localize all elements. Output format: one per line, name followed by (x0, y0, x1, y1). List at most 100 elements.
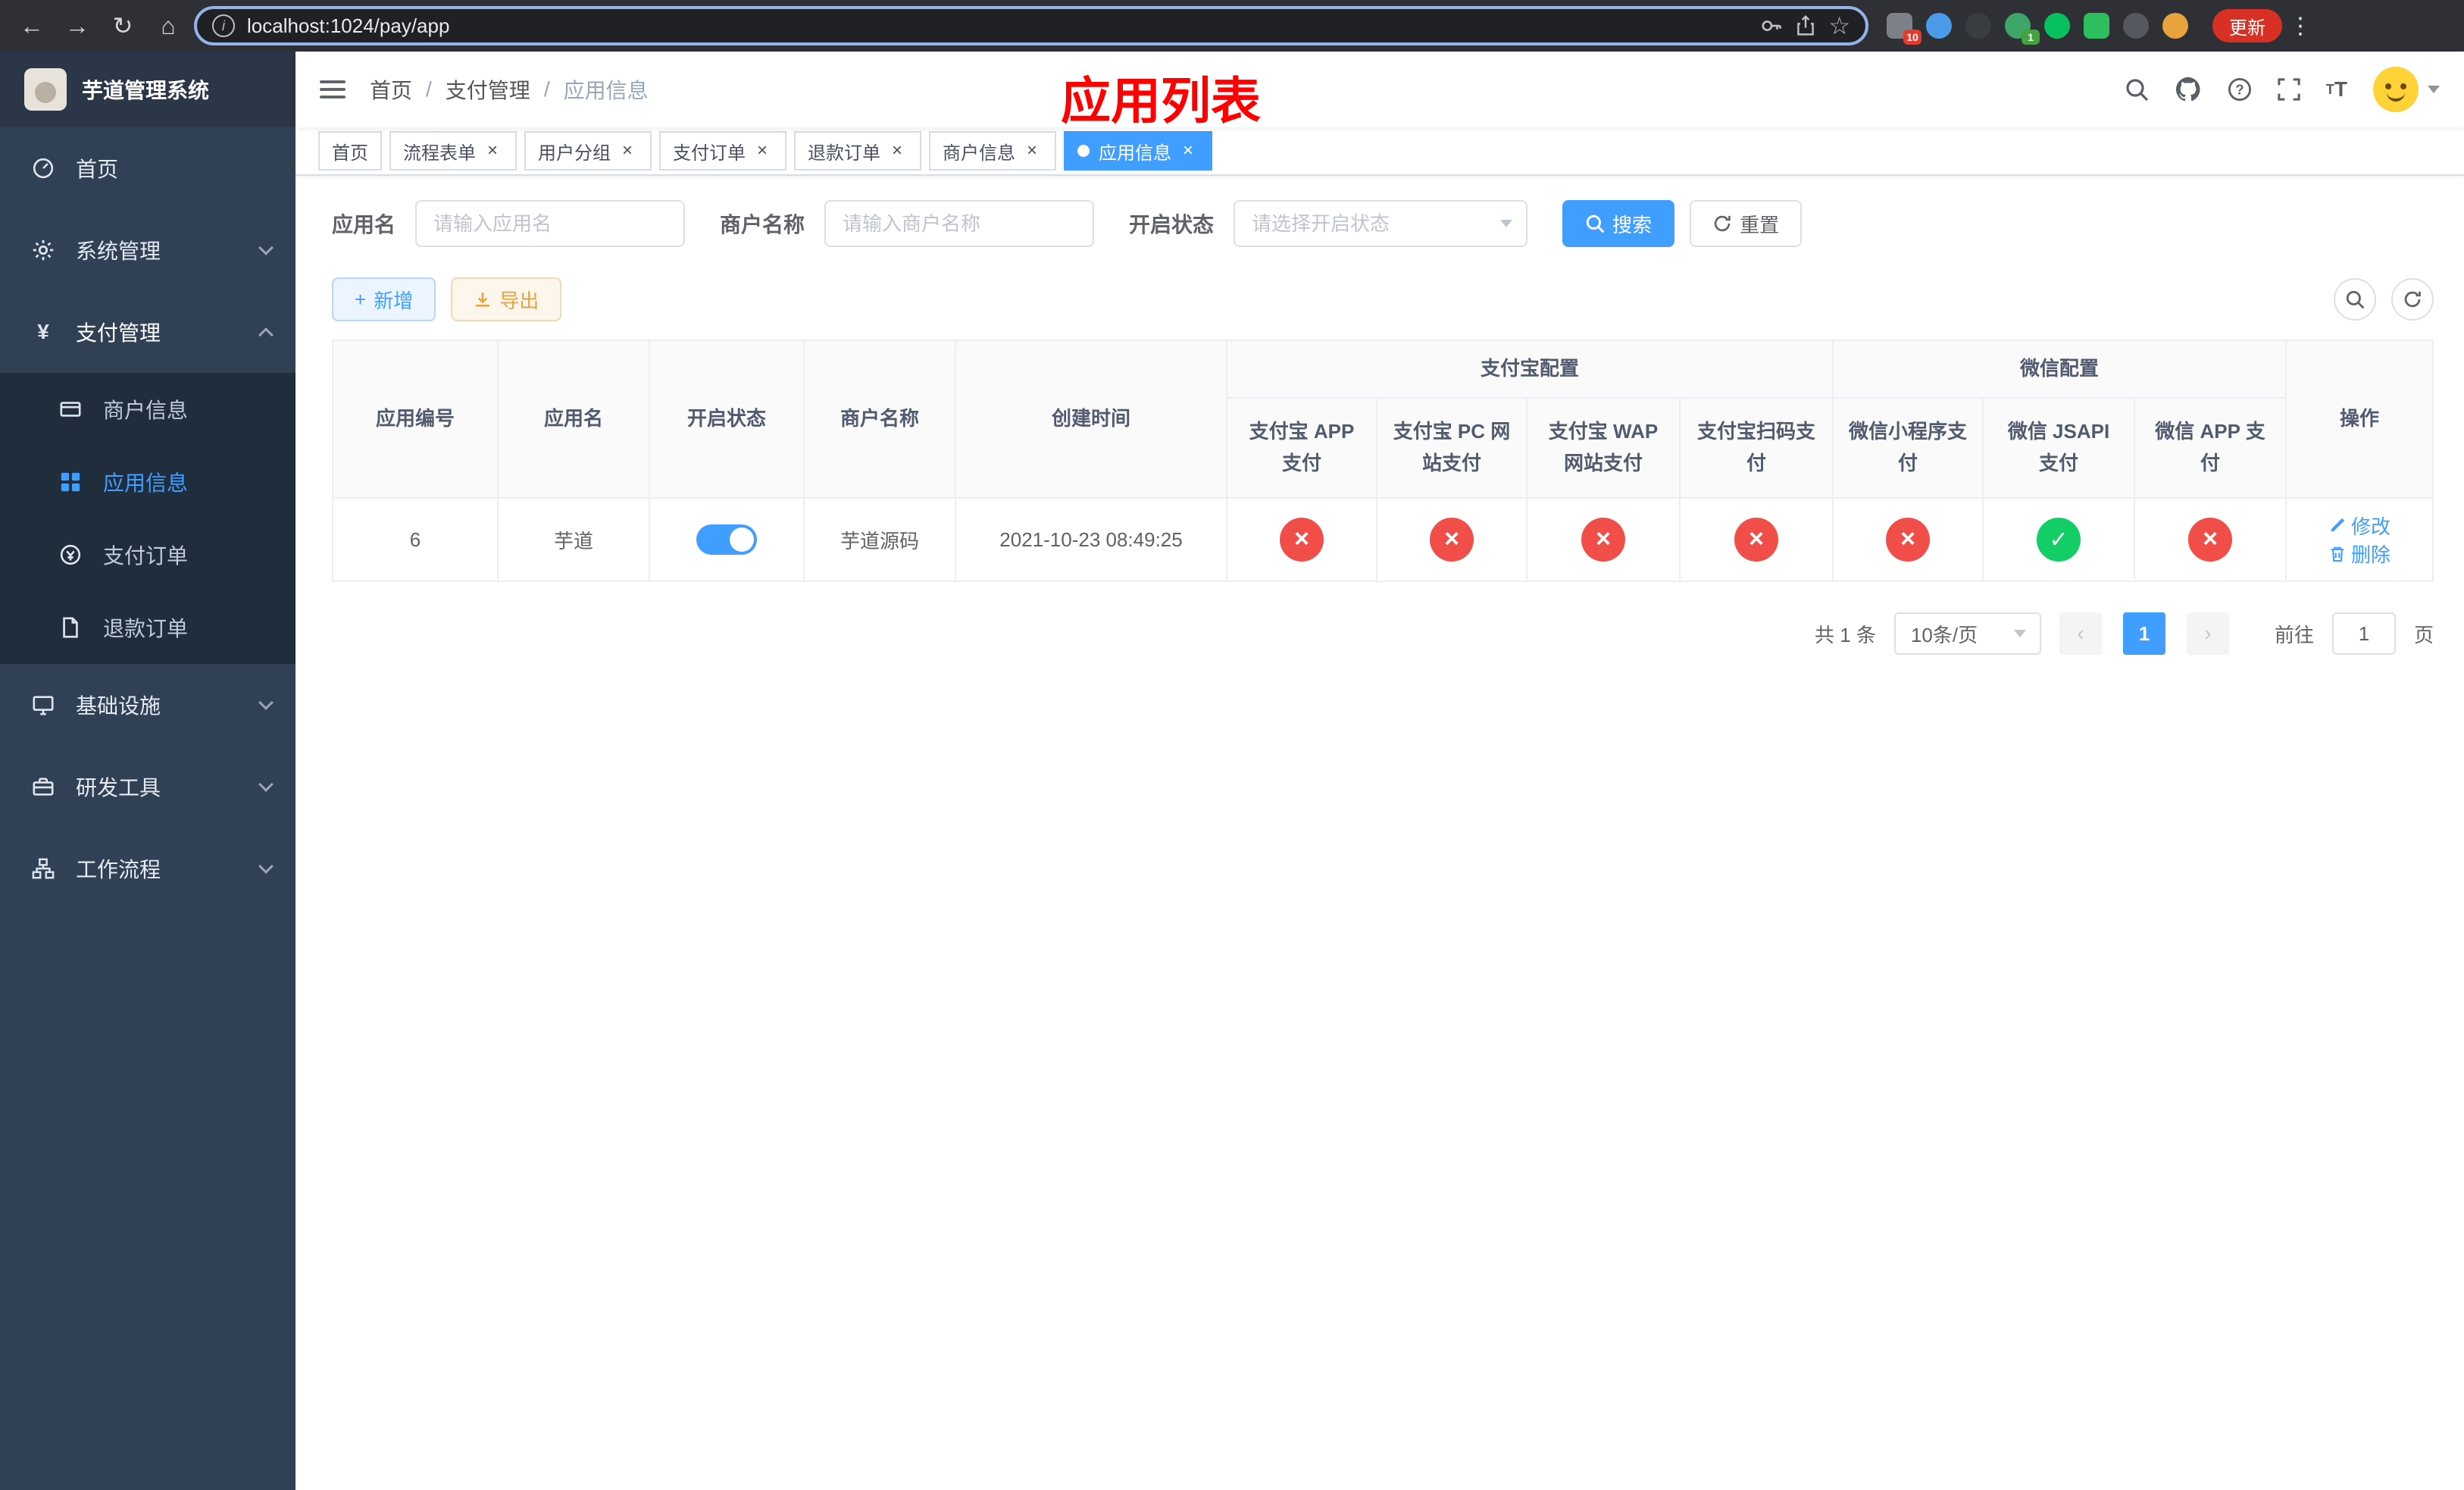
page-size-select[interactable]: 10条/页 (1893, 612, 2041, 655)
browser-forward-icon[interactable]: → (58, 6, 97, 45)
address-bar[interactable]: i localhost:1024/pay/app ☆ (194, 6, 1868, 45)
alipay-qr-status-icon (1734, 518, 1778, 562)
extension-icon-dark[interactable] (1965, 13, 1991, 39)
browser-toolbar: ← → ↻ ⌂ i localhost:1024/pay/app ☆ 10 1 (0, 0, 2464, 52)
tab-close-icon[interactable] (752, 140, 773, 161)
browser-update-button[interactable]: 更新 (2212, 9, 2282, 42)
extension-icon-wechat[interactable] (2044, 13, 2070, 39)
app-name-input[interactable] (415, 200, 686, 247)
browser-profile-avatar[interactable] (2162, 13, 2188, 39)
browser-home-icon[interactable]: ⌂ (149, 6, 188, 45)
screen: ← → ↻ ⌂ i localhost:1024/pay/app ☆ 10 1 (0, 0, 2464, 1490)
dashboard-icon (30, 157, 56, 180)
breadcrumb-item[interactable]: 首页 (370, 74, 412, 105)
tab-close-icon[interactable] (482, 140, 503, 161)
goto-page-input[interactable] (2331, 612, 2396, 655)
col-header-name: 应用名 (497, 340, 650, 499)
tab-label: 支付订单 (673, 142, 746, 164)
page-title-annotation: 应用列表 (1061, 73, 1261, 129)
sidebar-item-pay-orders[interactable]: 支付订单 (0, 518, 295, 591)
user-menu[interactable] (2373, 67, 2440, 112)
browser-menu-icon[interactable]: ⋮ (2288, 13, 2312, 39)
tab-process-form[interactable]: 流程表单 (389, 131, 517, 171)
next-page-button[interactable]: › (2186, 612, 2229, 655)
tab-close-icon[interactable] (1021, 140, 1043, 161)
sidebar-item-home[interactable]: 首页 (0, 127, 295, 209)
sidebar-item-infrastructure[interactable]: 基础设施 (0, 664, 295, 746)
browser-reload-icon[interactable]: ↻ (103, 6, 142, 45)
add-button[interactable]: + 新增 (332, 277, 436, 321)
bookmark-star-icon[interactable]: ☆ (1828, 11, 1850, 40)
document-icon (58, 616, 83, 639)
col-header-alipay-pc: 支付宝 PC 网站支付 (1376, 397, 1527, 499)
refresh-table-button[interactable] (2391, 278, 2434, 321)
edit-link[interactable]: 修改 (2328, 512, 2391, 540)
col-header-alipay-app: 支付宝 APP 支付 (1226, 397, 1377, 499)
search-button[interactable]: 搜索 (1562, 200, 1675, 247)
sidebar-item-workflow[interactable]: 工作流程 (0, 828, 295, 909)
chevron-down-icon (258, 695, 274, 710)
tab-label: 流程表单 (403, 142, 476, 164)
delete-link[interactable]: 删除 (2328, 540, 2391, 568)
key-icon[interactable] (1760, 14, 1783, 37)
github-icon[interactable] (2175, 76, 2202, 103)
wechat-lite-status-icon (1886, 518, 1931, 562)
sidebar-item-merchant-info[interactable]: 商户信息 (0, 373, 295, 446)
sidebar-item-label: 基础设施 (76, 694, 161, 718)
sidebar-item-label: 研发工具 (76, 776, 161, 800)
export-button[interactable]: 导出 (451, 277, 562, 321)
tab-refund-orders[interactable]: 退款订单 (794, 131, 921, 171)
tab-home[interactable]: 首页 (318, 131, 382, 171)
tab-label: 商户信息 (943, 142, 1015, 164)
col-header-wechat-lite: 微信小程序支付 (1832, 397, 1984, 499)
col-header-alipay-wap: 支付宝 WAP 网站支付 (1526, 397, 1681, 499)
col-header-alipay-qr: 支付宝扫码支付 (1678, 397, 1834, 499)
url-text[interactable]: localhost:1024/pay/app (247, 14, 1748, 38)
search-icon[interactable] (2125, 77, 2149, 102)
share-icon[interactable] (1795, 15, 1816, 36)
sidebar-item-system[interactable]: 系统管理 (0, 209, 295, 291)
merchant-name-input[interactable] (824, 200, 1095, 247)
extension-icon-green-square[interactable] (2084, 13, 2109, 39)
extension-icon-pin[interactable] (2123, 13, 2149, 39)
font-size-icon[interactable]: TT (2326, 77, 2347, 102)
status-select[interactable] (1234, 200, 1528, 247)
prev-page-button[interactable]: ‹ (2059, 612, 2102, 655)
payment-submenu: 商户信息 应用信息 支付订单 退款订单 (0, 373, 295, 664)
reset-button[interactable]: 重置 (1690, 200, 1803, 247)
extension-icon-blue[interactable] (1926, 13, 1952, 39)
status-switch[interactable] (696, 524, 757, 555)
tab-merchant-info[interactable]: 商户信息 (929, 131, 1056, 171)
cell-merchant: 芋道源码 (803, 497, 956, 582)
tab-label: 首页 (332, 142, 368, 164)
tab-close-icon[interactable] (1177, 140, 1199, 161)
tab-pay-orders[interactable]: 支付订单 (659, 131, 786, 171)
site-info-icon[interactable]: i (212, 14, 235, 37)
extensions-puzzle-icon[interactable]: 10 (1887, 13, 1921, 45)
tab-close-icon[interactable] (617, 140, 638, 161)
sidebar-item-refund-orders[interactable]: 退款订单 (0, 591, 295, 664)
sidebar-item-payment[interactable]: ¥ 支付管理 (0, 291, 295, 373)
sidebar-toggle-icon[interactable] (320, 77, 346, 102)
extension-icon-leaf[interactable]: 1 (2005, 13, 2040, 45)
tab-close-icon[interactable] (886, 140, 908, 161)
sidebar-item-dev-tools[interactable]: 研发工具 (0, 746, 295, 828)
page-number-1[interactable]: 1 (2122, 612, 2165, 655)
help-icon[interactable]: ? (2228, 77, 2252, 102)
logo-title: 芋道管理系统 (82, 79, 210, 102)
refresh-icon (2404, 291, 2421, 308)
sidebar-item-label: 商户信息 (103, 399, 189, 422)
fullscreen-icon[interactable] (2278, 78, 2300, 101)
card-icon (58, 398, 83, 421)
wechat-jsapi-status-icon (2037, 518, 2081, 562)
breadcrumb-item[interactable]: 支付管理 (446, 74, 530, 105)
table-toolbar: + 新增 导出 (332, 277, 2434, 321)
page-content: 应用名 商户名称 开启状态 (295, 176, 2464, 1490)
sidebar-logo[interactable]: 芋道管理系统 (0, 52, 295, 127)
app-header: 首页 / 支付管理 / 应用信息 ? T T (295, 52, 2464, 127)
toggle-search-button[interactable] (2334, 278, 2376, 321)
tab-app-info-active[interactable]: 应用信息 (1064, 131, 1212, 171)
sidebar-item-app-info[interactable]: 应用信息 (0, 446, 295, 518)
browser-back-icon[interactable]: ← (12, 6, 52, 45)
tab-user-group[interactable]: 用户分组 (524, 131, 652, 171)
